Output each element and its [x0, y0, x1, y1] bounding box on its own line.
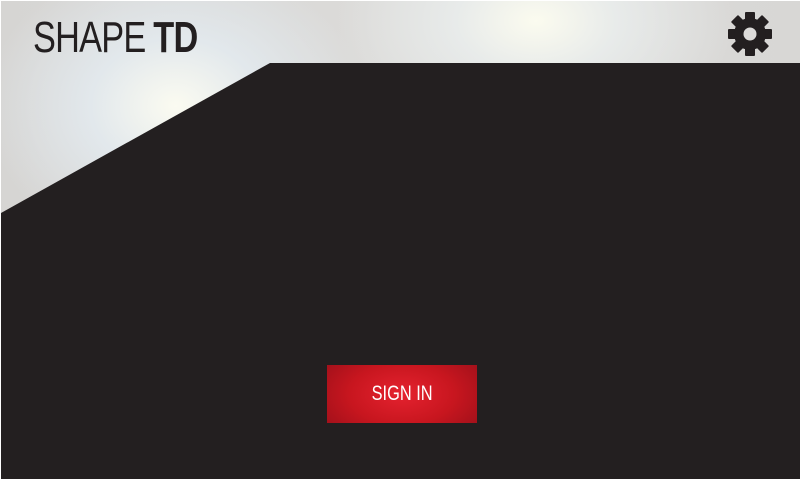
sign-in-button[interactable]: SIGN IN: [327, 365, 477, 423]
logo-title-light: SHAPE: [33, 13, 146, 62]
game-screen: SHAPE TD SIGN IN: [1, 1, 800, 479]
gear-icon: [728, 12, 772, 56]
settings-button[interactable]: [725, 9, 775, 59]
sign-in-label: SIGN IN: [371, 382, 433, 405]
logo-title-bold: TD: [153, 13, 198, 62]
game-logo: SHAPE TD: [33, 13, 198, 63]
